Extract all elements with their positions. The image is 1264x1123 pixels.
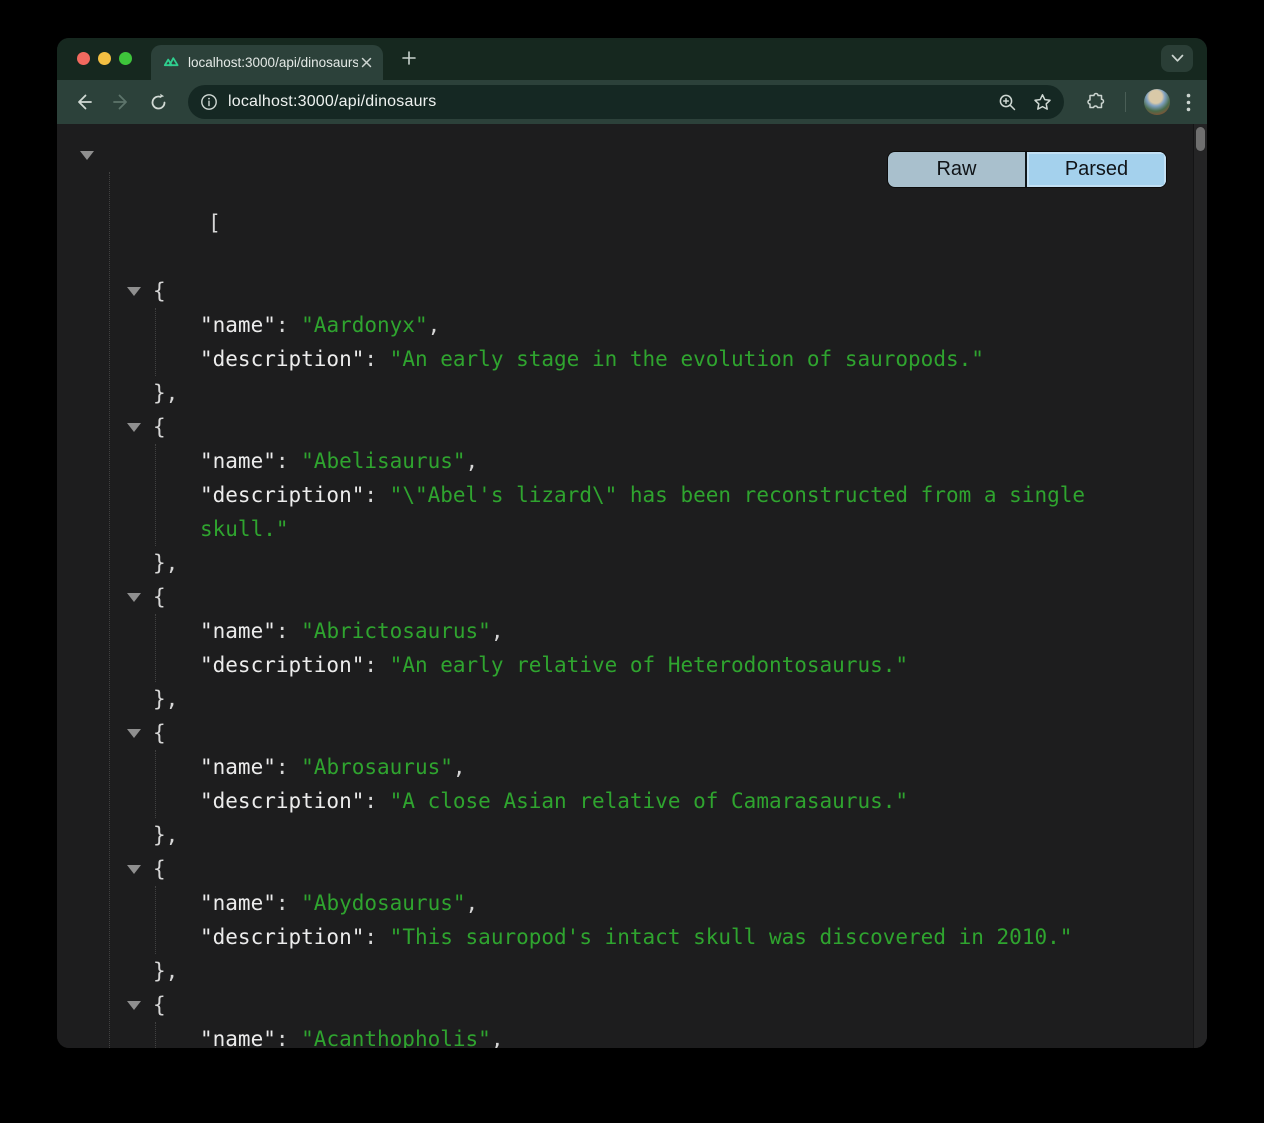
scrollbar-track[interactable] (1193, 124, 1207, 1048)
puzzle-icon[interactable] (1086, 92, 1107, 113)
json-name-line: "name": "Abydosaurus", (57, 886, 1193, 920)
collapse-triangle-icon[interactable] (80, 151, 94, 160)
json-object: { "name": "Aardonyx", "description": "An… (57, 274, 1193, 410)
json-viewer-page: [ { "name": "Aardonyx", "description": "… (57, 124, 1207, 1048)
browser-window: localhost:3000/api/dinosaurs (57, 38, 1207, 1048)
tab-list-button[interactable] (1161, 45, 1193, 72)
toolbar-right-group (1076, 89, 1195, 115)
json-object: { "name": "Abydosaurus", "description": … (57, 852, 1193, 988)
collapse-triangle-icon[interactable] (127, 287, 141, 296)
browser-tab[interactable]: localhost:3000/api/dinosaurs (151, 45, 383, 80)
json-description-line: "description": "\"Abel's lizard\" has be… (57, 478, 1193, 546)
url-text[interactable]: localhost:3000/api/dinosaurs (228, 93, 982, 111)
parsed-button[interactable]: Parsed (1027, 152, 1166, 187)
browser-toolbar: localhost:3000/api/dinosaurs (57, 80, 1207, 124)
json-name-line: "name": "Abelisaurus", (57, 444, 1193, 478)
json-object: { "name": "Abrictosaurus", "description"… (57, 580, 1193, 716)
three-dot-menu-icon[interactable] (1186, 93, 1191, 112)
json-object: { "name": "Abrosaurus", "description": "… (57, 716, 1193, 852)
json-object: { "name": "Acanthopholis", "description"… (57, 988, 1193, 1048)
close-window-button[interactable] (77, 52, 90, 65)
address-bar[interactable]: localhost:3000/api/dinosaurs (188, 85, 1064, 119)
raw-button[interactable]: Raw (888, 152, 1027, 187)
collapse-triangle-icon[interactable] (127, 865, 141, 874)
mountain-peaks-icon (162, 54, 180, 72)
star-icon[interactable] (1033, 93, 1052, 112)
reload-icon[interactable] (143, 87, 173, 117)
collapse-triangle-icon[interactable] (127, 423, 141, 432)
info-icon[interactable] (200, 93, 218, 111)
forward-arrow-icon (106, 87, 136, 117)
json-description-line: "description": "A close Asian relative o… (57, 784, 1193, 818)
collapse-triangle-icon[interactable] (127, 729, 141, 738)
json-name-line: "name": "Aardonyx", (57, 308, 1193, 342)
toolbar-divider (1125, 92, 1126, 112)
zoom-in-icon[interactable] (998, 93, 1017, 112)
chevron-down-icon (1171, 54, 1184, 63)
collapse-triangle-icon[interactable] (127, 1001, 141, 1010)
close-tab-icon[interactable] (358, 54, 375, 71)
new-tab-button[interactable] (396, 45, 422, 71)
raw-parsed-toggle: Raw Parsed (888, 152, 1166, 187)
tab-strip: localhost:3000/api/dinosaurs (57, 38, 1207, 80)
maximize-window-button[interactable] (119, 52, 132, 65)
scrollbar-thumb[interactable] (1196, 127, 1205, 151)
json-tree: [ { "name": "Aardonyx", "description": "… (57, 124, 1193, 1048)
tab-title: localhost:3000/api/dinosaurs (188, 55, 358, 70)
traffic-lights (77, 52, 132, 65)
json-description-line: "description": "An early stage in the ev… (57, 342, 1193, 376)
json-name-line: "name": "Acanthopholis", (57, 1022, 1193, 1048)
minimize-window-button[interactable] (98, 52, 111, 65)
back-arrow-icon[interactable] (69, 87, 99, 117)
collapse-triangle-icon[interactable] (127, 593, 141, 602)
json-name-line: "name": "Abrosaurus", (57, 750, 1193, 784)
profile-avatar[interactable] (1144, 89, 1170, 115)
json-description-line: "description": "This sauropod's intact s… (57, 920, 1193, 954)
json-name-line: "name": "Abrictosaurus", (57, 614, 1193, 648)
json-description-line: "description": "An early relative of Het… (57, 648, 1193, 682)
json-object: { "name": "Abelisaurus", "description": … (57, 410, 1193, 580)
